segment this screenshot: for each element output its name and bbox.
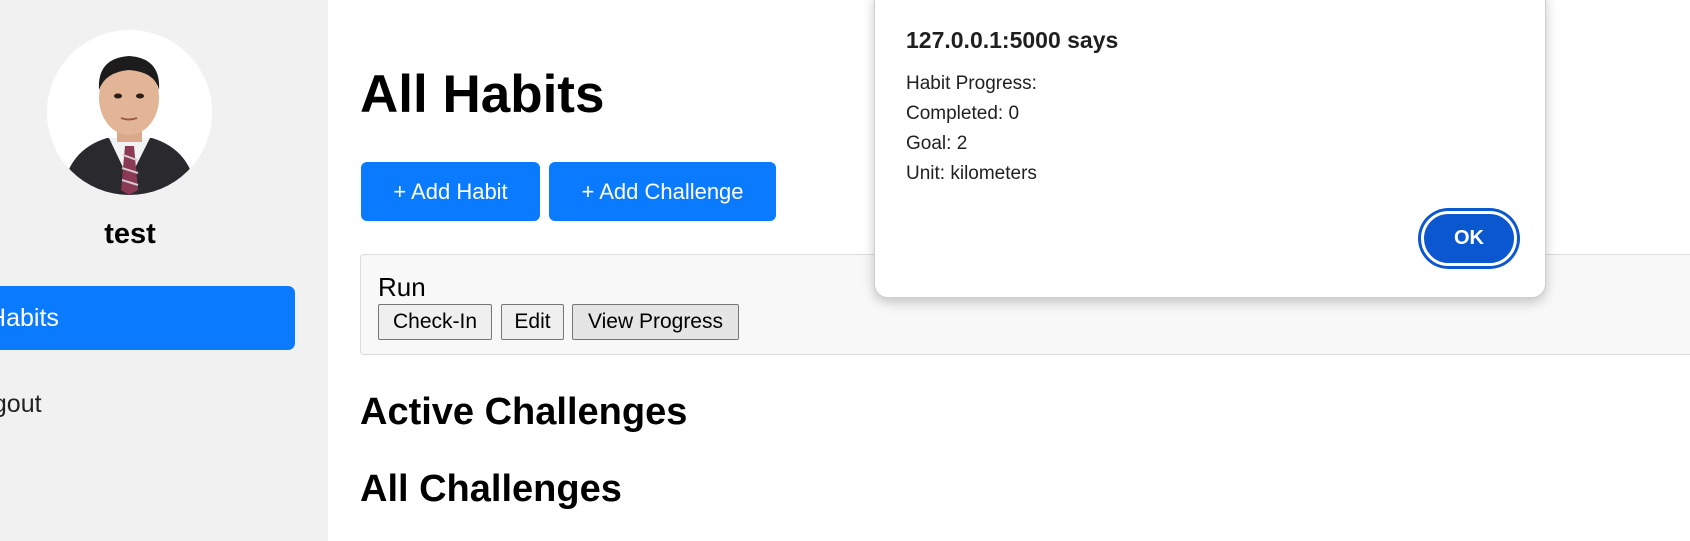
dialog-message-line: Goal: 2 bbox=[906, 133, 968, 154]
active-challenges-heading: Active Challenges bbox=[360, 391, 688, 433]
page-title: All Habits bbox=[360, 65, 605, 124]
sidebar-item-label: ll Habits bbox=[0, 304, 59, 332]
avatar-photo bbox=[47, 30, 212, 195]
add-habit-button[interactable]: + Add Habit bbox=[361, 162, 540, 221]
check-in-button[interactable]: Check-In bbox=[378, 304, 492, 340]
sidebar-item-all-habits[interactable]: ll Habits bbox=[0, 286, 295, 350]
edit-button[interactable]: Edit bbox=[501, 304, 564, 340]
sidebar-item-logout[interactable]: ogout bbox=[0, 390, 280, 422]
avatar bbox=[47, 30, 212, 195]
username: test bbox=[104, 218, 156, 250]
sidebar: test ll Habits ogout bbox=[0, 0, 328, 541]
all-challenges-heading: All Challenges bbox=[360, 468, 622, 510]
dialog-message-line: Completed: 0 bbox=[906, 103, 1020, 124]
app-window: test ll Habits ogout All Habits + Add Ha… bbox=[0, 0, 1690, 541]
sidebar-item-label: ogout bbox=[0, 390, 42, 418]
add-challenge-button[interactable]: + Add Challenge bbox=[549, 162, 776, 221]
view-progress-button[interactable]: View Progress bbox=[572, 304, 739, 340]
dialog-origin: 127.0.0.1:5000 says bbox=[906, 27, 1119, 53]
alert-dialog: 127.0.0.1:5000 says Habit Progress: Comp… bbox=[874, 0, 1546, 298]
habit-name: Run bbox=[378, 272, 426, 302]
ok-button[interactable]: OK bbox=[1421, 211, 1517, 266]
dialog-message-line: Unit: kilometers bbox=[906, 163, 1037, 184]
dialog-message-line: Habit Progress: bbox=[906, 73, 1037, 94]
